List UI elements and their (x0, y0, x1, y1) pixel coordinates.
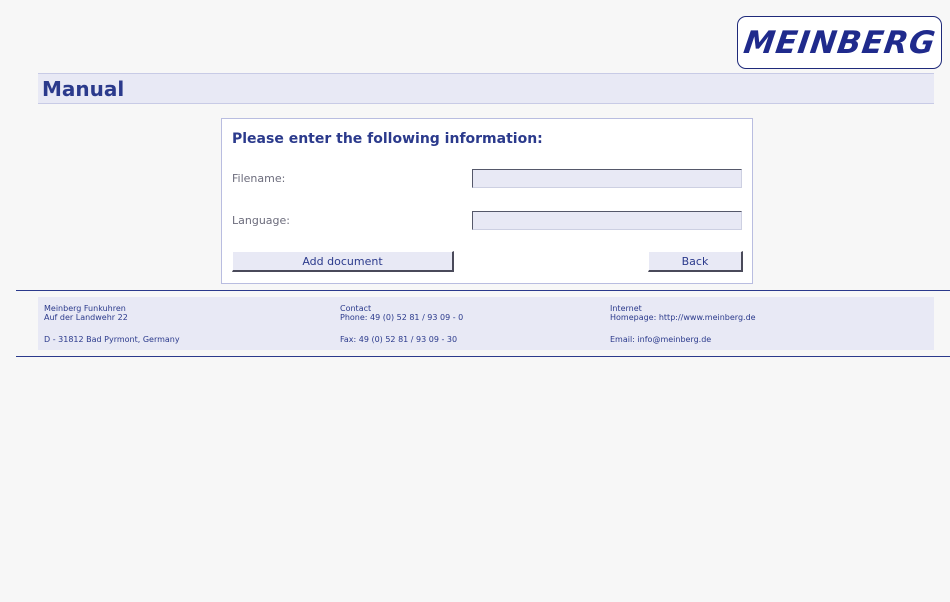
homepage-link[interactable]: Homepage: http://www.meinberg.de (610, 313, 756, 322)
internet-heading: Internet (610, 304, 642, 313)
page-title: Manual (42, 77, 125, 101)
footer-top-divider (16, 290, 950, 291)
filename-input[interactable] (472, 169, 742, 188)
footer-company: Meinberg Funkuhren Auf der Landwehr 22 (44, 304, 128, 322)
filename-label: Filename: (232, 172, 286, 185)
footer-contact: Contact Phone: 49 (0) 52 81 / 93 09 - 0 (340, 304, 463, 322)
company-name: Meinberg Funkuhren (44, 304, 126, 313)
footer: Meinberg Funkuhren Auf der Landwehr 22 D… (38, 297, 934, 350)
language-input[interactable] (472, 211, 742, 230)
add-document-button[interactable]: Add document (232, 251, 454, 272)
form-heading: Please enter the following information: (232, 131, 543, 147)
document-form-panel: Please enter the following information: … (221, 118, 753, 284)
contact-phone: Phone: 49 (0) 52 81 / 93 09 - 0 (340, 313, 464, 322)
email-link[interactable]: Email: info@meinberg.de (610, 335, 711, 344)
footer-internet: Internet Homepage: http://www.meinberg.d… (610, 304, 756, 322)
contact-fax: Fax: 49 (0) 52 81 / 93 09 - 30 (340, 335, 458, 344)
meinberg-logo: MEINBERG (737, 16, 942, 69)
page-title-bar: Manual (38, 73, 934, 104)
logo-text: MEINBERG (741, 24, 938, 61)
company-city: D - 31812 Bad Pyrmont, Germany (44, 335, 180, 344)
contact-heading: Contact (340, 304, 372, 313)
back-button[interactable]: Back (648, 251, 743, 272)
language-label: Language: (232, 214, 290, 227)
company-street: Auf der Landwehr 22 (44, 313, 128, 322)
footer-bottom-divider (16, 356, 950, 357)
